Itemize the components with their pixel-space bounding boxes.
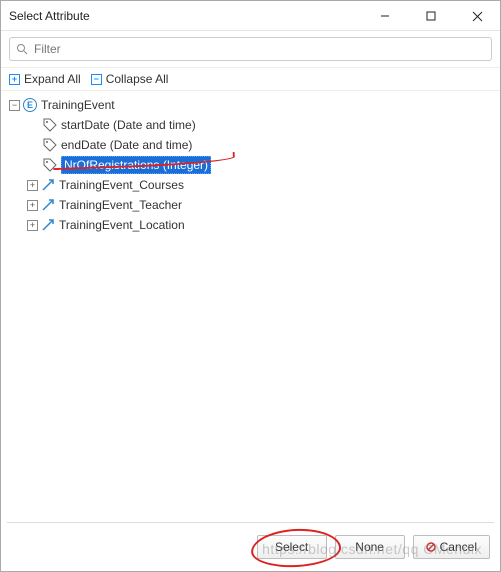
separator [7,522,494,523]
expand-toggle[interactable]: + [27,200,38,211]
attribute-label: startDate (Date and time) [61,118,196,132]
collapse-all-button[interactable]: − Collapse All [91,72,169,86]
minimize-button[interactable] [362,1,408,31]
plus-icon: + [9,74,20,85]
window-controls [362,1,500,30]
tree-node-association[interactable]: + TrainingEvent_Location [5,215,496,235]
toolbar-row: + Expand All − Collapse All [1,68,500,91]
filter-row [1,31,500,68]
tag-icon [43,158,57,172]
expand-all-label: Expand All [24,72,81,86]
tree-area: − E TrainingEvent startDate (Date and ti… [1,91,500,521]
title-bar: Select Attribute [1,1,500,31]
none-button-label: None [355,540,384,554]
select-button-label: Select [275,540,308,554]
maximize-button[interactable] [408,1,454,31]
close-button[interactable] [454,1,500,31]
entity-icon: E [23,98,37,112]
minus-icon: − [91,74,102,85]
tree-node-association[interactable]: + TrainingEvent_Teacher [5,195,496,215]
cancel-button-label: Cancel [440,540,477,554]
attribute-label: endDate (Date and time) [61,138,192,152]
association-icon [41,198,55,212]
window-title: Select Attribute [9,9,362,23]
expand-toggle[interactable]: + [27,220,38,231]
cancel-button[interactable]: Cancel [413,535,490,559]
search-icon [16,43,28,55]
expand-toggle[interactable]: + [27,180,38,191]
filter-box[interactable] [9,37,492,61]
expand-all-button[interactable]: + Expand All [9,72,81,86]
association-label: TrainingEvent_Location [59,218,185,232]
tree-node-attribute-selected[interactable]: NrOfRegistrations (Integer) [5,155,496,175]
tree-node-attribute[interactable]: endDate (Date and time) [5,135,496,155]
association-label: TrainingEvent_Courses [59,178,184,192]
collapse-all-label: Collapse All [106,72,169,86]
filter-input[interactable] [32,41,485,57]
button-row: Select None Cancel [257,535,490,559]
entity-label: TrainingEvent [41,98,115,112]
collapse-toggle[interactable]: − [9,100,20,111]
select-button[interactable]: Select [257,535,327,559]
association-label: TrainingEvent_Teacher [59,198,182,212]
tree-node-entity[interactable]: − E TrainingEvent [5,95,496,115]
attribute-label-selected: NrOfRegistrations (Integer) [61,156,211,174]
tree-node-attribute[interactable]: startDate (Date and time) [5,115,496,135]
association-icon [41,178,55,192]
tree-node-association[interactable]: + TrainingEvent_Courses [5,175,496,195]
none-button[interactable]: None [335,535,405,559]
tag-icon [43,138,57,152]
tag-icon [43,118,57,132]
association-icon [41,218,55,232]
cancel-icon [426,542,436,552]
